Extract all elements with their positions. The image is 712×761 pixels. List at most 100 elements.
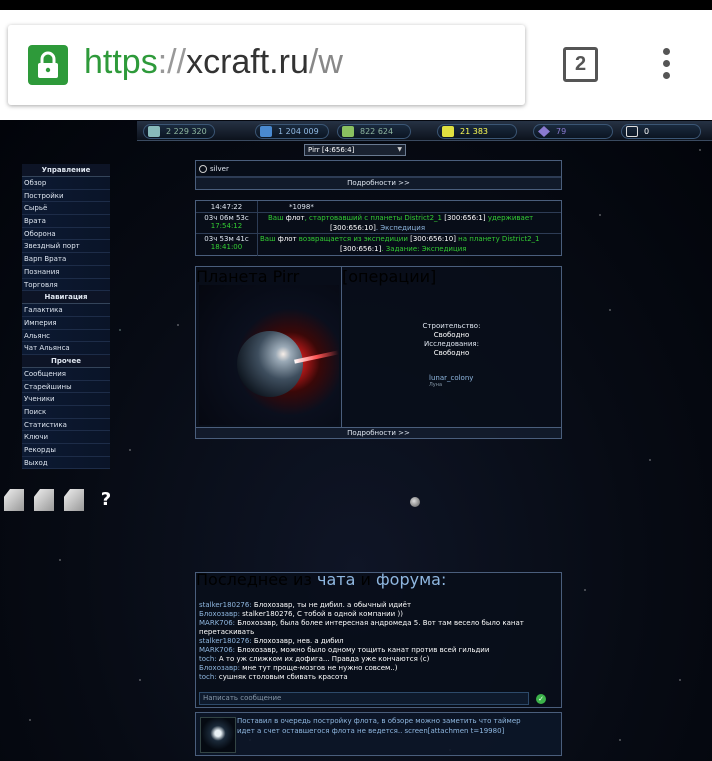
sidebar-item-records[interactable]: Рекорды [22,444,110,457]
address-bar[interactable]: https://xcraft.ru/w [8,25,525,105]
url-text[interactable]: https://xcraft.ru/w [84,43,343,82]
event-word: . Экспедиция [375,224,426,232]
avatar[interactable] [200,717,236,753]
sidebar-item-students[interactable]: Ученики [22,393,110,406]
game-viewport: 2 229 320 1 204 009 822 624 21 383 79 0 … [0,120,712,761]
sidebar-item-search[interactable]: Поиск [22,406,110,419]
chat-text: мне тут проще-мозгов не нужно совсем..) [239,664,398,672]
resource-deuterium[interactable]: 822 624 [337,124,411,139]
fleet-link[interactable]: флот [286,214,305,222]
sidebar-item-research[interactable]: Познания [22,265,110,279]
chat-author[interactable]: Блохозавр: [199,664,240,672]
chat-link[interactable]: чата [317,570,355,589]
lock-icon [28,45,68,85]
url-host: xcraft.ru [186,43,309,81]
sidebar-item-resources[interactable]: Сырьё [22,202,110,216]
resource-bar: 2 229 320 1 204 009 822 624 21 383 79 0 [137,121,712,141]
moon-icon[interactable] [410,497,420,507]
url-scheme: https [84,43,158,81]
fleet-link[interactable]: флот [278,235,297,243]
chat-author[interactable]: toch: [199,655,217,663]
coord-link[interactable]: [300:656:1] [444,214,485,222]
event-timer: 03ч 06м 53с 17:54:12 [196,213,258,233]
sidebar-item-buildings[interactable]: Постройки [22,189,110,203]
overflow-menu-icon[interactable] [662,48,672,84]
sidebar-item-defense[interactable]: Оборона [22,227,110,241]
chevron-down-icon: ▼ [397,146,402,153]
sidebar-item-messages[interactable]: Сообщения [22,367,110,381]
sidebar-item-keys[interactable]: Ключи [22,431,110,445]
chat-message: stalker180276: Блохозавр, ты не дибил. а… [199,601,411,609]
tab-switcher-button[interactable]: 2 [563,47,598,82]
chat-message: перетаскивать [199,628,254,636]
resource-value: 822 624 [360,127,394,136]
chat-author[interactable]: MARK706: [199,619,235,627]
coord-link[interactable]: [300:656:10] [410,235,456,243]
sidebar-item-logout[interactable]: Выход [22,456,110,470]
coord-link[interactable]: [300:656:10] [330,224,376,232]
resource-value: 21 383 [460,127,488,136]
sidebar-item-statistics[interactable]: Статистика [22,418,110,432]
chat-author[interactable]: toch: [199,673,217,681]
sidebar-item-starport[interactable]: Звездный порт [22,240,110,254]
moon-name[interactable]: lunar_colony [429,374,473,382]
notepad-icon[interactable] [34,489,54,511]
event-text-line1: Ваш флот, стартовавший с планеты Distric… [268,214,533,222]
chat-text: Блохозавр, нев. а дибил [251,637,344,645]
deuterium-icon [342,126,354,137]
user-name: silver [210,165,229,173]
resource-value: 2 229 320 [166,127,207,136]
chat-author[interactable]: stalker180276: [199,601,252,609]
resource-value: 79 [556,127,567,136]
research-label: Исследования: [424,340,479,348]
user-panel-header: silver [196,161,561,177]
sidebar-item-galaxy[interactable]: Галактика [22,304,110,317]
chat-input[interactable]: Написать сообщение [199,692,529,705]
resource-crystal[interactable]: 1 204 009 [255,124,329,139]
chat-header: Последнее из чата и форума: [196,570,561,589]
sidebar-item-overview[interactable]: Обзор [22,177,110,190]
event-word: Ваш [268,214,284,222]
sidebar-item-empire[interactable]: Империя [22,316,110,330]
energy-icon [442,126,454,137]
server-id: *1098* [289,203,314,211]
planet-details-link[interactable]: Подробности >> [195,427,562,439]
help-icon[interactable]: ? [96,489,116,511]
sidebar-item-warp-gates[interactable]: Варп Врата [22,253,110,266]
event-row[interactable]: 03ч 53м 41с 18:41:00 Ваш флот возвращает… [196,234,561,256]
planet-image[interactable] [199,285,339,425]
chat-text: Блохозавр, можно было одному тощить кана… [235,646,490,654]
notes-icon[interactable] [4,489,24,511]
resource-energy[interactable]: 21 383 [437,124,517,139]
planet-selector[interactable]: Pirr [4:656:4] ▼ [304,144,406,156]
sidebar-item-trade[interactable]: Торговля [22,278,110,292]
sidebar-item-alliance-chat[interactable]: Чат Альянса [22,342,110,355]
document-icon[interactable] [64,489,84,511]
chat-author[interactable]: Блохозавр: [199,610,240,618]
sidebar-item-elders[interactable]: Старейшины [22,380,110,394]
resource-value: 0 [644,127,650,136]
resource-dark-matter[interactable]: 79 [533,124,613,139]
event-countdown: 03ч 53м 41с [204,235,249,243]
build-status: Свободно [433,331,470,339]
coord-link[interactable]: [300:656:1] [340,245,381,253]
chat-author[interactable]: stalker180276: [199,637,252,645]
resource-metal[interactable]: 2 229 320 [143,124,215,139]
forum-link[interactable]: форума: [376,570,446,589]
resource-value: 1 204 009 [278,127,319,136]
sidebar-nav: Управление Обзор Постройки Сырьё Врата О… [22,164,110,470]
user-details-link[interactable]: Подробности >> [196,177,561,189]
chat-author[interactable]: MARK706: [199,646,235,654]
check-icon[interactable]: ✓ [536,694,546,704]
messages-counter[interactable]: 0 [621,124,701,139]
sidebar-section-title: Прочее [22,354,110,368]
browser-chrome: https://xcraft.ru/w 2 [0,0,712,120]
chat-message: stalker180276: Блохозавр, нев. а дибил [199,637,344,645]
event-row[interactable]: 03ч 06м 53с 17:54:12 Ваш флот, стартовав… [196,213,561,234]
forum-post-preview[interactable]: Поставил в очередь постройку флота, в об… [195,712,562,756]
user-icon [199,165,207,173]
moon-type: Луна [429,382,443,388]
event-word: . Задание: Экспедиция [381,245,467,253]
sidebar-item-alliance[interactable]: Альянс [22,329,110,343]
sidebar-item-gates[interactable]: Врата [22,215,110,228]
